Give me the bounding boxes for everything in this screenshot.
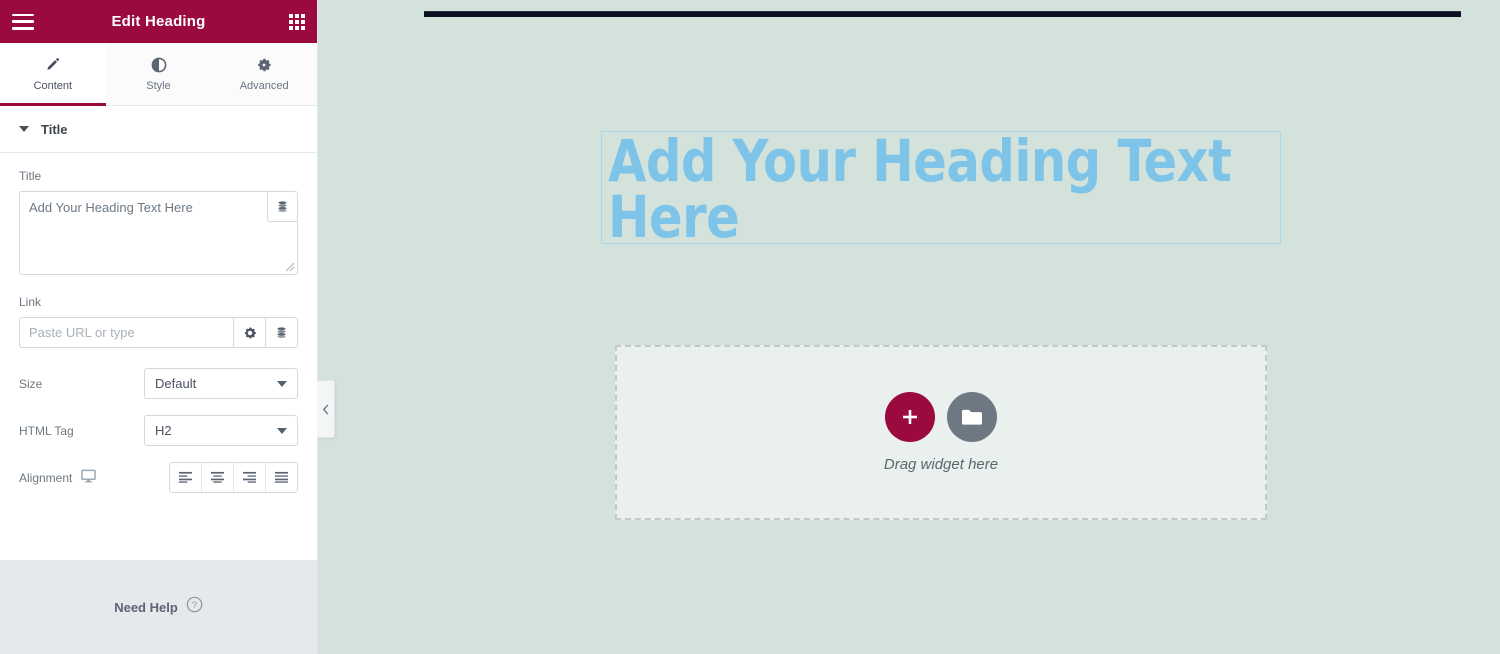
dropzone-label: Drag widget here	[883, 456, 999, 473]
svg-text:?: ?	[192, 600, 197, 611]
panel-collapse-handle[interactable]	[317, 380, 335, 438]
tab-advanced-label: Advanced	[239, 79, 289, 92]
desktop-monitor-icon[interactable]	[81, 469, 97, 486]
align-center-button[interactable]	[202, 463, 234, 492]
pencil-icon	[45, 57, 61, 73]
preview-canvas: Add Your Heading Text Here Drag widget h…	[317, 0, 1500, 654]
add-template-button[interactable]	[947, 392, 997, 442]
question-mark-circle-icon[interactable]: ?	[186, 596, 203, 618]
html-tag-control-row: HTML Tag H2	[19, 415, 298, 446]
dropzone-buttons	[885, 392, 997, 442]
size-label: Size	[19, 376, 43, 391]
alignment-label-wrap: Alignment	[19, 469, 144, 486]
link-dynamic-tags-stack-icon[interactable]	[265, 318, 297, 347]
chevron-down-icon	[277, 380, 287, 387]
tab-content-label: Content	[33, 79, 73, 92]
plus-icon	[903, 410, 917, 424]
size-select-value: Default	[155, 376, 197, 391]
contrast-half-circle-icon	[151, 57, 167, 73]
tab-style-label: Style	[146, 79, 171, 92]
gear-icon	[256, 57, 272, 73]
title-textarea-wrap	[19, 191, 298, 275]
panel-header: Edit Heading	[0, 0, 317, 43]
widget-grid-icon[interactable]	[289, 13, 305, 30]
align-left-button[interactable]	[170, 463, 202, 492]
alignment-label: Alignment	[19, 470, 73, 485]
title-textarea[interactable]	[20, 192, 297, 274]
panel-tabs: Content Style Advanced	[0, 43, 318, 106]
chevron-down-icon	[277, 427, 287, 434]
tab-style[interactable]: Style	[105, 43, 212, 105]
heading-widget[interactable]: Add Your Heading Text Here	[601, 127, 1281, 251]
elementor-editor: Edit Heading Content Style Advanced Titl…	[0, 0, 1500, 654]
html-tag-select[interactable]: H2	[144, 415, 298, 446]
page-top-bar	[424, 11, 1461, 17]
alignment-control-row: Alignment	[19, 462, 298, 493]
chevron-left-icon	[322, 403, 328, 415]
page-title: Edit Heading	[111, 13, 206, 30]
link-field-block: Link	[19, 295, 298, 348]
size-control-row: Size Default	[19, 368, 298, 399]
need-help-footer[interactable]: Need Help ?	[0, 560, 317, 654]
chevron-down-icon	[19, 126, 29, 132]
widget-dropzone[interactable]: Drag widget here	[615, 345, 1267, 520]
alignment-button-group	[169, 462, 298, 493]
title-field-block: Title	[19, 169, 298, 275]
panel-body: Title Add Your Heading Text Here Link Pa…	[0, 153, 317, 560]
editor-panel: Edit Heading Content Style Advanced Titl…	[0, 0, 318, 654]
section-title-header[interactable]: Title	[0, 106, 317, 153]
need-help-label: Need Help	[114, 599, 178, 615]
add-widget-button[interactable]	[885, 392, 935, 442]
align-justify-button[interactable]	[266, 463, 297, 492]
link-input[interactable]	[20, 318, 233, 347]
link-options-gear-icon[interactable]	[233, 318, 265, 347]
folder-icon	[962, 409, 982, 425]
html-tag-select-value: H2	[155, 423, 172, 438]
link-input-row	[19, 317, 298, 348]
size-select[interactable]: Default	[144, 368, 298, 399]
tab-advanced[interactable]: Advanced	[211, 43, 318, 105]
tab-content[interactable]: Content	[0, 43, 106, 106]
link-field-label: Link	[19, 295, 42, 309]
heading-widget-text: Add Your Heading Text Here	[608, 127, 1232, 251]
html-tag-label: HTML Tag	[19, 423, 74, 438]
dynamic-tags-stack-icon[interactable]	[267, 191, 298, 222]
title-field-label: Title	[19, 169, 42, 183]
section-title-label: Title	[41, 121, 68, 137]
align-right-button[interactable]	[234, 463, 266, 492]
